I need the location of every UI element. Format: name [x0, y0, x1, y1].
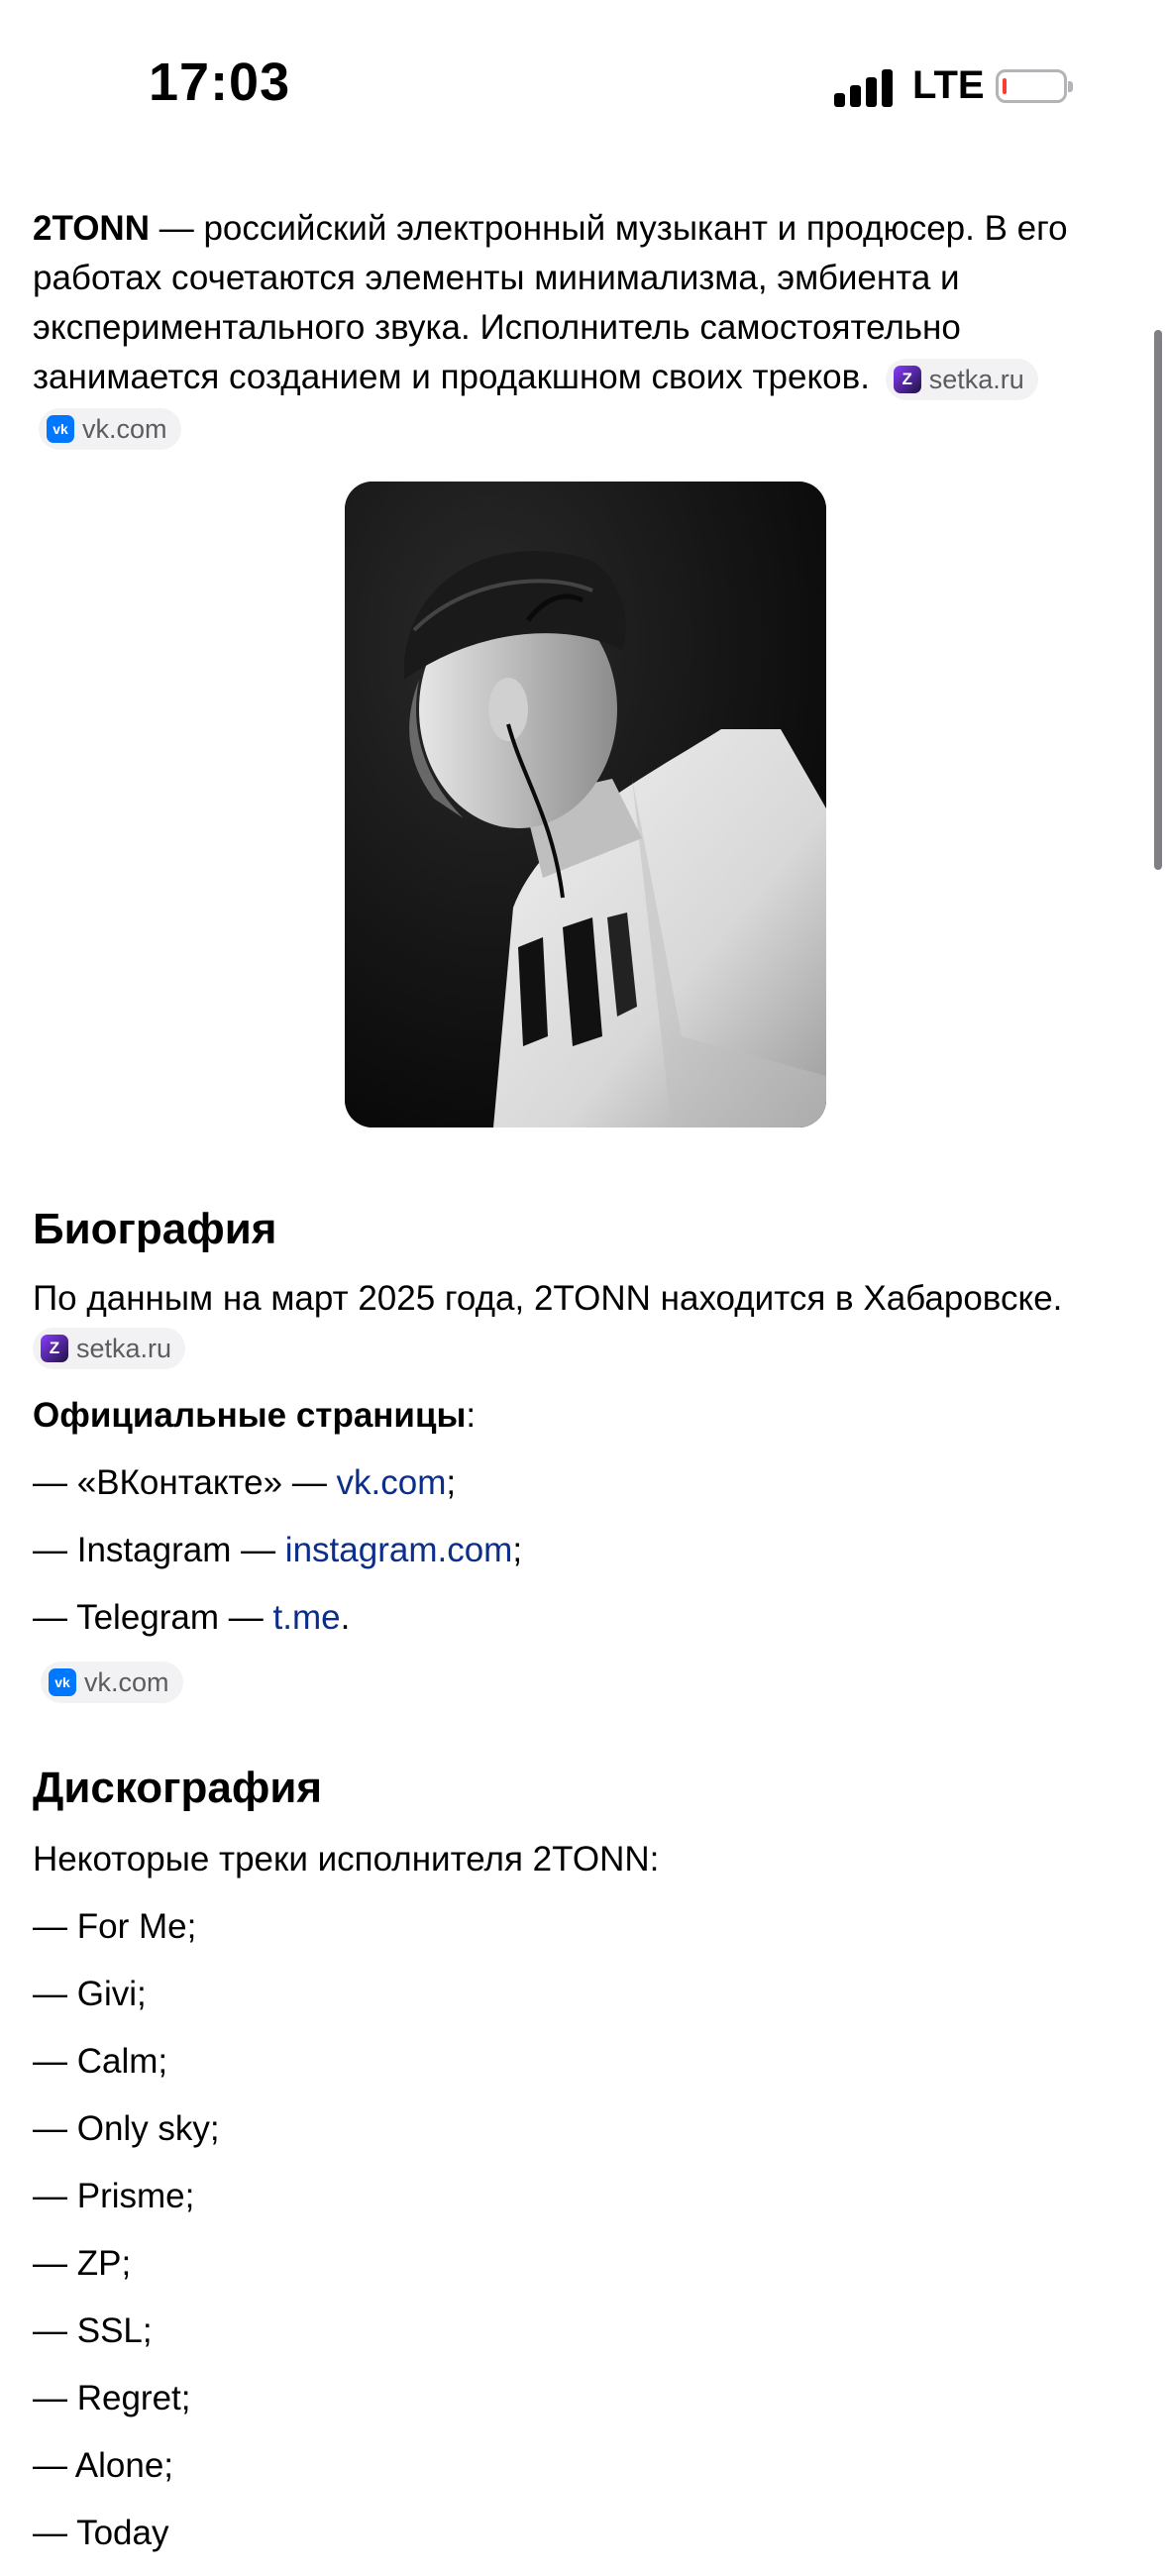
biography-section: Биография — [33, 1205, 1132, 1254]
source-chip-label: setka.ru — [76, 1334, 172, 1363]
source-chip-vk[interactable]: vk vk.com — [41, 1662, 183, 1703]
track-item: — SSL; — [33, 2311, 153, 2350]
official-page-vk: — «ВКонтакте» — vk.com; — [33, 1458, 1132, 1508]
vk-link[interactable]: vk.com — [337, 1463, 447, 1502]
official-pages-colon: : — [466, 1396, 477, 1435]
artist-name: 2TONN — [33, 209, 150, 248]
track-item: — Today — [33, 2514, 169, 2552]
official-page-instagram: — Instagram — instagram.com; — [33, 1526, 1132, 1575]
page-suffix: . — [340, 1598, 351, 1637]
page-suffix: ; — [512, 1531, 523, 1569]
telegram-link[interactable]: t.me — [273, 1598, 341, 1637]
page-prefix: — Telegram — — [33, 1598, 273, 1637]
source-chip-vk[interactable]: vk vk.com — [39, 407, 181, 450]
track-item: — ZP; — [33, 2244, 132, 2283]
setka-icon: Z — [893, 365, 921, 393]
page-prefix: — Instagram — — [33, 1531, 285, 1569]
source-chip-label: vk.com — [82, 413, 167, 444]
pages-source: vk vk.com — [33, 1662, 183, 1703]
track-list: — For Me; — Givi; — Calm; — Only sky; — … — [33, 1902, 1132, 2576]
track-item: — Alone; — [33, 2446, 174, 2485]
biography-text-block: По данным на март 2025 года, 2TONN наход… — [33, 1274, 1132, 1369]
cellular-signal-icon — [834, 69, 894, 107]
vk-icon: vk — [49, 1668, 76, 1696]
vk-icon: vk — [47, 414, 74, 443]
biography-text: По данным на март 2025 года, 2TONN наход… — [33, 1279, 1063, 1318]
official-pages-heading: Официальные страницы: — [33, 1391, 1132, 1441]
network-type: LTE — [912, 63, 985, 107]
track-item: — Regret; — [33, 2379, 191, 2417]
battery-icon — [996, 69, 1073, 103]
track-item: — Only sky; — [33, 2109, 220, 2148]
intro-paragraph: 2TONN — российский электронный музыкант … — [33, 204, 1132, 452]
track-item: — Prisme; — [33, 2177, 195, 2215]
page-prefix: — «ВКонтакте» — — [33, 1463, 337, 1502]
intro-block: 2TONN — российский электронный музыкант … — [33, 204, 1132, 452]
artist-photo[interactable] — [345, 482, 826, 1127]
discography-intro-block: Некоторые треки исполнителя 2TONN: — [33, 1835, 1132, 1884]
official-pages: Официальные страницы: — [33, 1391, 1132, 1441]
track-item: — For Me; — [33, 1907, 197, 1946]
setka-icon: Z — [41, 1335, 68, 1362]
discography-intro: Некоторые треки исполнителя 2TONN: — [33, 1840, 660, 1878]
source-chip-setka[interactable]: Z setka.ru — [885, 358, 1038, 400]
artist-photo-image — [345, 482, 826, 1127]
status-bar: 17:03 LTE — [0, 0, 1168, 149]
source-chip-label: setka.ru — [928, 364, 1024, 394]
official-page-telegram: — Telegram — t.me. — [33, 1593, 1132, 1643]
section-title-biography: Биография — [33, 1205, 277, 1253]
source-chip-label: vk.com — [84, 1667, 169, 1697]
page-suffix: ; — [446, 1463, 457, 1502]
discography-section: Дискография — [33, 1764, 1132, 1813]
status-time: 17:03 — [149, 53, 291, 112]
page-scrollbar[interactable] — [1154, 330, 1162, 870]
track-item: — Givi; — [33, 1975, 147, 2013]
instagram-link[interactable]: instagram.com — [285, 1531, 513, 1569]
section-title-discography: Дискография — [33, 1764, 323, 1812]
source-chip-setka[interactable]: Z setka.ru — [33, 1328, 186, 1369]
track-item: — Calm; — [33, 2042, 168, 2081]
official-pages-label: Официальные страницы — [33, 1396, 467, 1435]
